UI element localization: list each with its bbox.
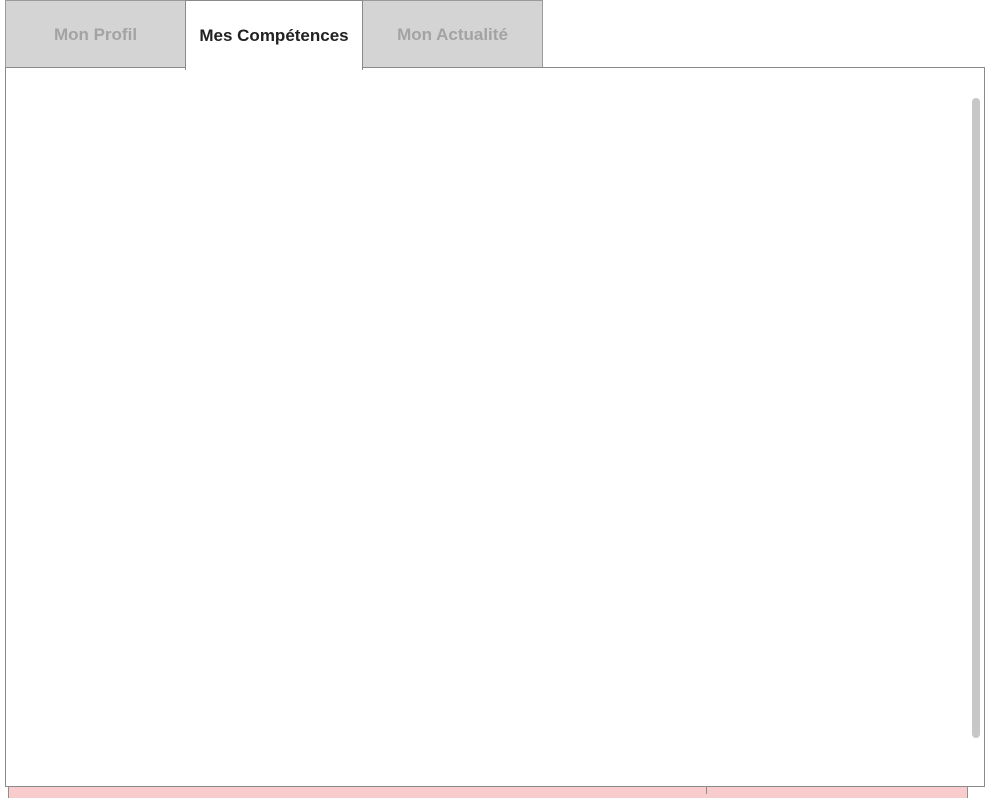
content-panel [5, 67, 985, 787]
tab-mes-competences[interactable]: Mes Compétences [185, 0, 363, 70]
tab-mon-profil[interactable]: Mon Profil [5, 0, 186, 68]
scrollbar[interactable] [972, 98, 980, 738]
tab-mon-actualite[interactable]: Mon Actualité [362, 0, 543, 68]
